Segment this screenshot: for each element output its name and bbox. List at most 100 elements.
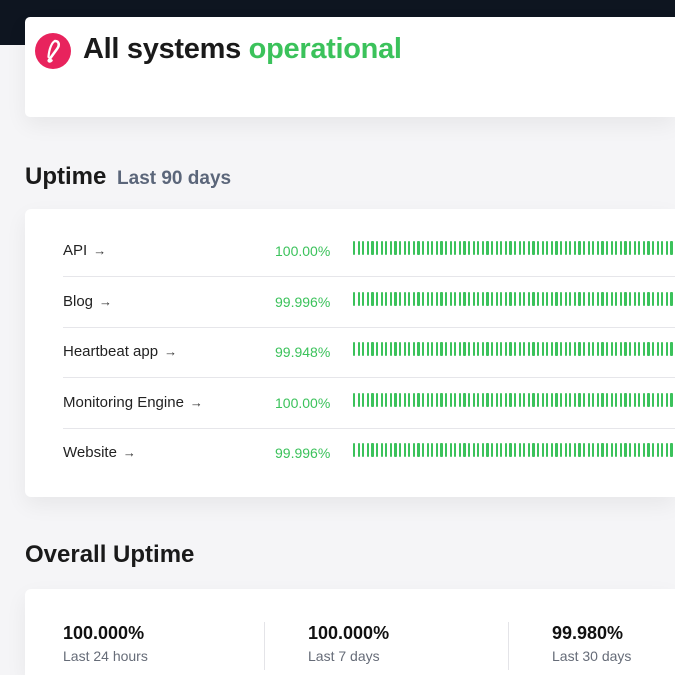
uptime-day-bar[interactable] — [665, 342, 668, 357]
uptime-day-bar[interactable] — [495, 342, 498, 357]
uptime-day-bar[interactable] — [550, 443, 553, 458]
uptime-day-bar[interactable] — [532, 291, 535, 306]
uptime-day-bar[interactable] — [362, 241, 365, 255]
uptime-day-bar[interactable] — [578, 443, 581, 458]
uptime-day-bar[interactable] — [463, 392, 466, 407]
uptime-day-bar[interactable] — [610, 392, 613, 407]
uptime-day-bar[interactable] — [665, 392, 668, 407]
uptime-day-bar[interactable] — [477, 291, 480, 306]
uptime-day-bar[interactable] — [541, 291, 544, 306]
uptime-day-bar[interactable] — [504, 443, 507, 458]
uptime-day-bar[interactable] — [587, 291, 590, 306]
uptime-day-bar[interactable] — [656, 443, 659, 458]
uptime-day-bar[interactable] — [380, 443, 383, 458]
uptime-day-bar[interactable] — [371, 443, 374, 458]
uptime-day-bar[interactable] — [670, 392, 673, 407]
uptime-day-bar[interactable] — [615, 291, 618, 306]
uptime-day-bar[interactable] — [366, 342, 369, 357]
uptime-day-bar[interactable] — [606, 342, 609, 357]
uptime-day-bar[interactable] — [385, 443, 388, 458]
uptime-day-bar[interactable] — [652, 392, 655, 407]
uptime-day-bar[interactable] — [601, 241, 604, 255]
uptime-day-bar[interactable] — [514, 342, 517, 357]
uptime-day-bar[interactable] — [472, 443, 475, 458]
uptime-day-bar[interactable] — [408, 342, 411, 357]
uptime-day-bar[interactable] — [426, 392, 429, 407]
uptime-day-bar[interactable] — [353, 392, 356, 407]
uptime-day-bar[interactable] — [362, 291, 365, 306]
uptime-day-bar[interactable] — [504, 392, 507, 407]
uptime-day-bar[interactable] — [408, 241, 411, 255]
uptime-day-bar[interactable] — [596, 241, 599, 255]
uptime-day-bar[interactable] — [638, 392, 641, 407]
uptime-day-bar[interactable] — [422, 291, 425, 306]
uptime-day-bar[interactable] — [389, 443, 392, 458]
uptime-day-bar[interactable] — [357, 241, 360, 255]
uptime-day-bar[interactable] — [555, 392, 558, 407]
uptime-day-bar[interactable] — [665, 241, 668, 255]
uptime-day-bar[interactable] — [523, 443, 526, 458]
uptime-day-bar[interactable] — [458, 291, 461, 306]
uptime-day-bar[interactable] — [412, 443, 415, 458]
uptime-day-bar[interactable] — [394, 392, 397, 407]
uptime-day-bar[interactable] — [454, 241, 457, 255]
uptime-day-bar[interactable] — [408, 392, 411, 407]
uptime-day-bar[interactable] — [389, 241, 392, 255]
uptime-day-bar[interactable] — [412, 342, 415, 357]
service-link[interactable]: Monitoring Engine → — [63, 394, 203, 411]
uptime-day-bar[interactable] — [550, 342, 553, 357]
uptime-day-bar[interactable] — [647, 342, 650, 357]
uptime-day-bar[interactable] — [426, 291, 429, 306]
uptime-day-bar[interactable] — [440, 291, 443, 306]
uptime-day-bar[interactable] — [394, 291, 397, 306]
uptime-day-bar[interactable] — [633, 342, 636, 357]
uptime-day-bar[interactable] — [422, 443, 425, 458]
uptime-day-bar[interactable] — [500, 443, 503, 458]
uptime-day-bar[interactable] — [486, 392, 489, 407]
uptime-day-bar[interactable] — [417, 392, 420, 407]
uptime-day-bar[interactable] — [523, 342, 526, 357]
uptime-day-bar[interactable] — [624, 342, 627, 357]
uptime-day-bar[interactable] — [532, 443, 535, 458]
uptime-day-bar[interactable] — [481, 241, 484, 255]
uptime-day-bar[interactable] — [583, 241, 586, 255]
uptime-day-bar[interactable] — [583, 342, 586, 357]
uptime-day-bar[interactable] — [573, 443, 576, 458]
uptime-day-bar[interactable] — [500, 392, 503, 407]
uptime-day-bar[interactable] — [458, 342, 461, 357]
uptime-day-bar[interactable] — [606, 443, 609, 458]
uptime-day-bar[interactable] — [606, 392, 609, 407]
uptime-day-bar[interactable] — [389, 392, 392, 407]
uptime-day-bar[interactable] — [601, 443, 604, 458]
uptime-day-bar[interactable] — [647, 241, 650, 255]
uptime-day-bar[interactable] — [546, 392, 549, 407]
uptime-day-bar[interactable] — [504, 241, 507, 255]
uptime-day-bar[interactable] — [619, 392, 622, 407]
uptime-day-bar[interactable] — [647, 392, 650, 407]
uptime-day-bar[interactable] — [357, 443, 360, 458]
uptime-day-bar[interactable] — [389, 342, 392, 357]
uptime-day-bar[interactable] — [518, 443, 521, 458]
uptime-day-bar[interactable] — [481, 291, 484, 306]
uptime-day-bar[interactable] — [592, 342, 595, 357]
uptime-day-bar[interactable] — [564, 241, 567, 255]
uptime-day-bar[interactable] — [537, 241, 540, 255]
uptime-day-bar[interactable] — [454, 392, 457, 407]
uptime-day-bar[interactable] — [422, 342, 425, 357]
uptime-day-bar[interactable] — [569, 443, 572, 458]
uptime-day-bar[interactable] — [491, 241, 494, 255]
uptime-day-bar[interactable] — [527, 241, 530, 255]
uptime-day-bar[interactable] — [394, 342, 397, 357]
uptime-day-bar[interactable] — [385, 241, 388, 255]
uptime-day-bar[interactable] — [399, 241, 402, 255]
uptime-day-bar[interactable] — [652, 291, 655, 306]
uptime-day-bar[interactable] — [560, 392, 563, 407]
uptime-day-bar[interactable] — [394, 443, 397, 458]
uptime-day-bar[interactable] — [435, 443, 438, 458]
uptime-day-bar[interactable] — [647, 443, 650, 458]
uptime-day-bar[interactable] — [642, 241, 645, 255]
uptime-day-bar[interactable] — [399, 443, 402, 458]
uptime-day-bar[interactable] — [661, 443, 664, 458]
uptime-day-bar[interactable] — [509, 241, 512, 255]
uptime-day-bar[interactable] — [486, 241, 489, 255]
